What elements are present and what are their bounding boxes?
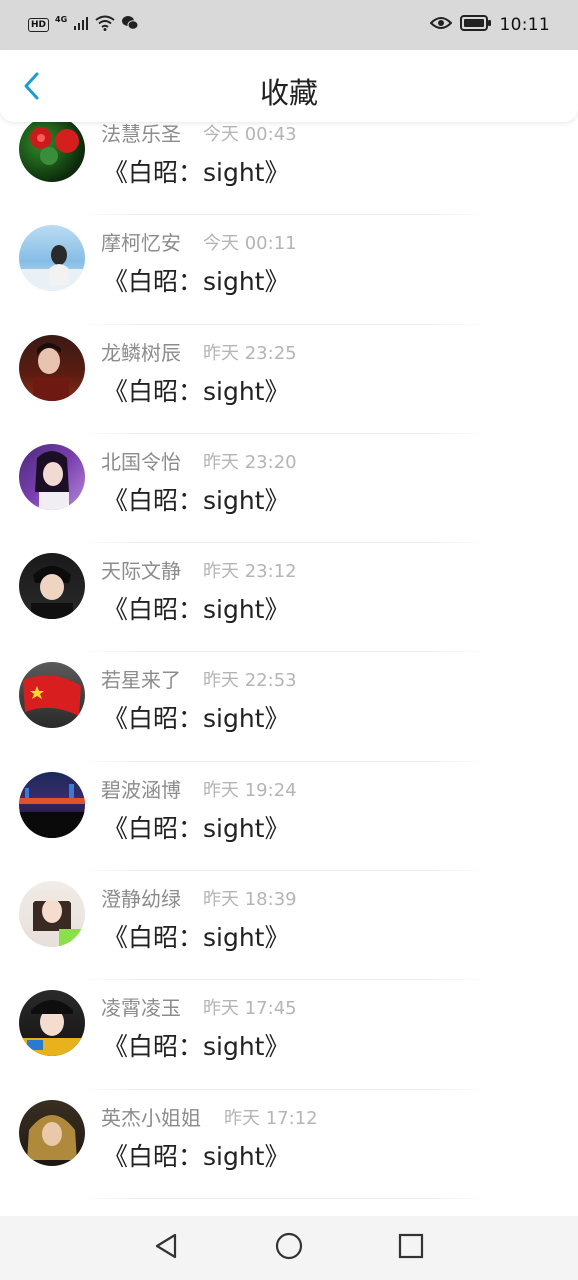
page-title: 收藏 — [259, 76, 318, 110]
square-recent-icon — [397, 1232, 425, 1264]
favorite-title: 《白昭：sight》 — [103, 376, 290, 406]
favorites-list: 法慧乐圣 今天 00:43 《白昭：sight》 摩柯忆安 今天 00:11 《… — [0, 116, 578, 1211]
timestamp: 昨天 17:12 — [224, 1107, 318, 1129]
favorite-title: 《白昭：sight》 — [103, 1032, 290, 1062]
username: 天际文静 — [101, 559, 181, 584]
username: 凌霄凌玉 — [101, 996, 181, 1021]
username: 摩柯忆安 — [101, 231, 181, 256]
list-item[interactable]: 天际文静 昨天 23:12 《白昭：sight》 — [0, 543, 578, 653]
header: 收藏 — [0, 50, 578, 122]
divider — [80, 1197, 488, 1199]
list-item[interactable]: 澄静幼绿 昨天 18:39 《白昭：sight》 — [0, 871, 578, 981]
username: 法慧乐圣 — [101, 122, 181, 146]
favorite-title: 《白昭：sight》 — [103, 267, 290, 297]
triangle-back-icon — [153, 1232, 179, 1264]
avatar — [19, 553, 85, 620]
timestamp: 昨天 23:12 — [203, 561, 297, 583]
network-type: 4G — [55, 14, 68, 24]
list-item[interactable]: 凌霄凌玉 昨天 17:45 《白昭：sight》 — [0, 980, 578, 1090]
nav-home-button[interactable] — [273, 1232, 305, 1264]
username: 英杰小姐姐 — [101, 1105, 201, 1130]
list-item[interactable]: 法慧乐圣 今天 00:43 《白昭：sight》 — [0, 106, 578, 216]
list-item[interactable]: 若星来了 昨天 22:53 《白昭：sight》 — [0, 652, 578, 762]
avatar — [19, 1099, 85, 1166]
favorite-title: 《白昭：sight》 — [103, 1141, 290, 1171]
favorite-title: 《白昭：sight》 — [103, 485, 290, 515]
list-item[interactable]: 龙鳞树辰 昨天 23:25 《白昭：sight》 — [0, 325, 578, 434]
status-left: HD 4G — [28, 15, 139, 36]
hd-badge: HD — [28, 18, 50, 32]
timestamp: 昨天 23:25 — [203, 342, 297, 364]
nav-back-button[interactable] — [150, 1232, 182, 1264]
avatar — [19, 771, 85, 838]
favorite-title: 《白昭：sight》 — [103, 704, 290, 734]
username: 碧波涵博 — [101, 777, 181, 802]
signal-icon — [73, 15, 89, 36]
nav-recent-button[interactable] — [395, 1232, 427, 1264]
wechat-icon — [121, 15, 139, 36]
status-time: 10:11 — [499, 15, 550, 35]
battery-icon — [459, 14, 492, 36]
circle-home-icon — [274, 1231, 304, 1265]
wifi-icon — [95, 15, 115, 36]
avatar — [19, 334, 85, 401]
timestamp: 昨天 19:24 — [203, 779, 297, 801]
avatar — [19, 225, 85, 292]
username: 澄静幼绿 — [101, 887, 181, 912]
eye-icon — [429, 15, 452, 35]
timestamp: 今天 00:11 — [203, 233, 297, 255]
list-item[interactable]: 碧波涵博 昨天 19:24 《白昭：sight》 — [0, 762, 578, 872]
avatar — [19, 662, 85, 729]
status-right: 10:11 — [429, 14, 551, 36]
favorite-title: 《白昭：sight》 — [103, 158, 290, 187]
timestamp: 昨天 23:20 — [203, 451, 297, 473]
list-item[interactable]: 北国令怡 昨天 23:20 《白昭：sight》 — [0, 434, 578, 544]
timestamp: 昨天 22:53 — [203, 670, 297, 692]
username: 龙鳞树辰 — [101, 340, 181, 365]
list-item[interactable]: 摩柯忆安 今天 00:11 《白昭：sight》 — [0, 215, 578, 325]
username: 北国令怡 — [101, 449, 181, 474]
favorite-title: 《白昭：sight》 — [103, 595, 290, 625]
avatar — [19, 443, 85, 510]
favorite-title: 《白昭：sight》 — [103, 813, 290, 843]
timestamp: 昨天 18:39 — [203, 889, 297, 911]
list-item[interactable]: 英杰小姐姐 昨天 17:12 《白昭：sight》 — [0, 1090, 578, 1199]
timestamp: 今天 00:43 — [203, 124, 297, 145]
favorite-title: 《白昭：sight》 — [103, 923, 290, 953]
avatar — [19, 116, 85, 182]
status-bar: HD 4G 10:11 — [0, 0, 578, 50]
system-nav-bar — [0, 1216, 578, 1280]
avatar — [19, 881, 85, 948]
avatar — [19, 990, 85, 1057]
timestamp: 昨天 17:45 — [203, 998, 297, 1020]
username: 若星来了 — [101, 668, 181, 693]
